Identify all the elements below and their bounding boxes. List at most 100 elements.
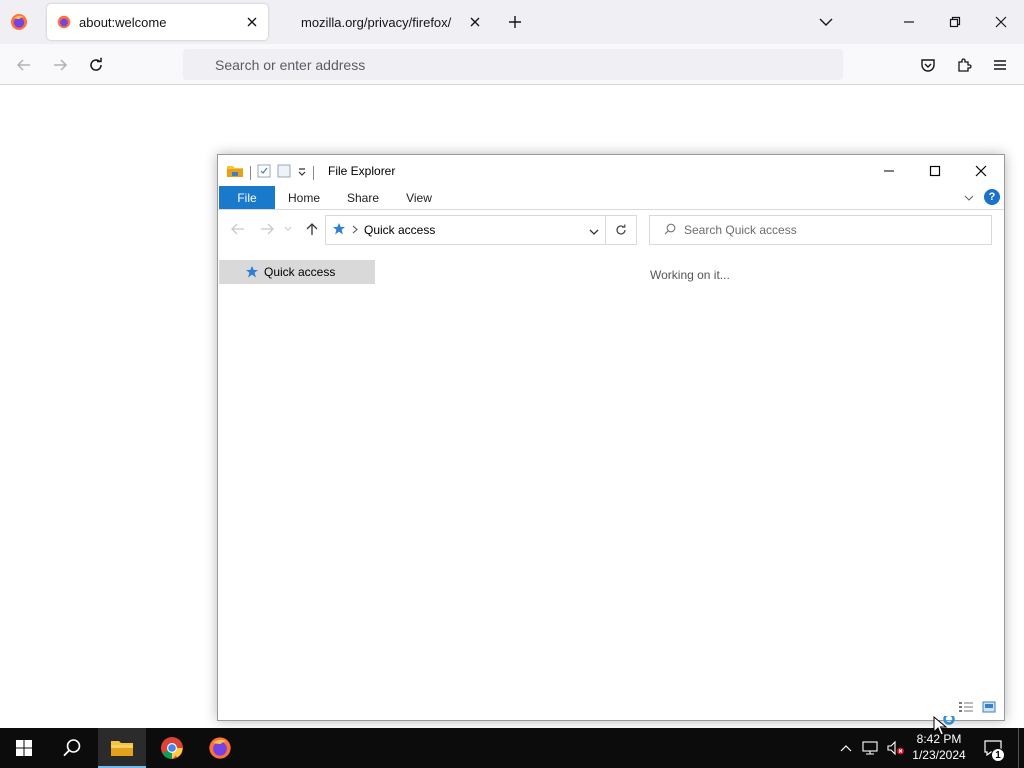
customize-toolbar-icon[interactable] <box>297 166 307 180</box>
explorer-title-bar[interactable]: File Explorer <box>218 155 1004 186</box>
forward-button[interactable] <box>47 52 73 78</box>
search-button[interactable] <box>48 728 96 768</box>
properties-icon[interactable] <box>257 164 271 181</box>
chevron-down-icon <box>964 195 974 201</box>
tab-file[interactable]: File <box>219 186 275 209</box>
taskbar-file-explorer[interactable] <box>98 728 146 768</box>
firefox-icon <box>57 15 71 29</box>
explorer-search-box[interactable] <box>649 215 992 245</box>
ribbon-tabs: File Home Share View ? <box>218 186 1004 210</box>
restore-icon <box>949 16 961 28</box>
close-icon <box>975 165 987 176</box>
puzzle-icon <box>958 58 972 72</box>
firefox-icon <box>209 737 231 759</box>
chevron-down-icon <box>819 18 833 26</box>
forward-button[interactable] <box>257 219 277 239</box>
file-explorer-window: File Explorer File Home Share View ? Qui… <box>217 154 1005 721</box>
address-bar[interactable]: Quick access <box>325 215 606 245</box>
taskbar: 8:42 PM 1/23/2024 1 <box>0 728 1024 768</box>
firefox-tab-strip: about:welcome mozilla.org/privacy/firefo… <box>0 0 1024 44</box>
refresh-icon <box>616 224 626 235</box>
hamburger-icon <box>994 60 1006 70</box>
show-hidden-icons-button[interactable] <box>834 728 858 768</box>
action-center-button[interactable]: 1 <box>978 728 1008 768</box>
notification-count-badge: 1 <box>991 748 1005 762</box>
chevron-up-icon <box>840 745 852 752</box>
up-button[interactable] <box>302 219 322 239</box>
back-button[interactable] <box>11 52 37 78</box>
tab-label: about:welcome <box>79 14 167 30</box>
chevron-right-icon <box>352 223 358 237</box>
back-button[interactable] <box>228 219 248 239</box>
tab-label: mozilla.org/privacy/firefox/ <box>301 14 452 30</box>
minimize-button[interactable] <box>886 0 932 44</box>
volume-muted-icon <box>887 741 904 755</box>
refresh-button[interactable] <box>606 215 637 245</box>
large-icons-view-icon[interactable] <box>982 701 996 716</box>
breadcrumb[interactable]: Quick access <box>364 223 435 237</box>
new-folder-icon[interactable] <box>277 164 291 181</box>
arrow-left-icon <box>231 223 244 235</box>
minimize-button[interactable] <box>866 155 912 186</box>
tab-mozilla-privacy[interactable]: mozilla.org/privacy/firefox/ <box>291 4 491 40</box>
restore-button[interactable] <box>932 0 978 44</box>
content-pane: Working on it... <box>376 248 1004 688</box>
quick-access-toolbar <box>226 163 314 182</box>
start-button[interactable] <box>0 728 48 768</box>
tab-about-welcome[interactable]: about:welcome <box>47 4 268 40</box>
pocket-icon <box>921 59 935 72</box>
nav-item-label: Quick access <box>264 265 336 279</box>
nav-item-quick-access[interactable]: Quick access <box>219 260 375 284</box>
search-input[interactable] <box>676 223 991 237</box>
close-window-button[interactable] <box>978 0 1024 44</box>
new-tab-button[interactable] <box>503 10 527 34</box>
help-button[interactable]: ? <box>984 189 1000 205</box>
tab-home[interactable]: Home <box>280 186 328 209</box>
separator <box>250 165 251 180</box>
details-view-icon[interactable] <box>958 701 974 716</box>
maximize-button[interactable] <box>912 155 958 186</box>
taskbar-firefox[interactable] <box>196 728 244 768</box>
arrow-left-icon <box>16 59 30 71</box>
volume-button[interactable] <box>884 728 908 768</box>
loading-status: Working on it... <box>650 268 730 282</box>
folder-icon <box>111 741 133 756</box>
taskbar-chrome[interactable] <box>148 728 196 768</box>
navigation-pane: Quick access <box>219 248 375 688</box>
quick-access-star-icon <box>245 265 259 282</box>
show-desktop-button[interactable] <box>1018 728 1024 768</box>
busy-cursor-icon <box>933 713 959 743</box>
url-bar[interactable] <box>183 49 843 80</box>
reload-icon <box>90 57 102 71</box>
arrow-up-icon <box>306 223 318 235</box>
clock-date: 1/23/2024 <box>912 748 966 762</box>
close-icon <box>995 16 1007 28</box>
chevron-down-icon <box>284 226 292 231</box>
tab-share[interactable]: Share <box>338 186 388 209</box>
search-icon <box>63 739 81 757</box>
address-dropdown-icon[interactable] <box>589 224 599 238</box>
pocket-button[interactable] <box>915 52 941 78</box>
expand-ribbon-button[interactable] <box>962 191 976 205</box>
extensions-button[interactable] <box>951 52 977 78</box>
firefox-icon[interactable] <box>10 13 28 31</box>
folder-icon <box>226 163 244 182</box>
reload-button[interactable] <box>83 52 109 78</box>
quick-access-star-icon <box>332 222 346 239</box>
close-window-button[interactable] <box>958 155 1004 186</box>
address-row: Quick access <box>218 211 1004 247</box>
list-all-tabs-button[interactable] <box>814 10 838 34</box>
minimize-icon <box>884 170 894 171</box>
recent-locations-button[interactable] <box>282 219 294 239</box>
maximize-icon <box>929 165 941 176</box>
firefox-nav-bar <box>0 44 1024 85</box>
search-icon <box>664 223 676 238</box>
tab-view[interactable]: View <box>398 186 440 209</box>
close-icon[interactable] <box>463 10 487 34</box>
app-menu-button[interactable] <box>987 52 1013 78</box>
url-input[interactable] <box>183 49 843 80</box>
close-icon[interactable] <box>240 10 264 34</box>
network-button[interactable] <box>858 728 882 768</box>
view-toggles <box>958 701 996 716</box>
separator <box>313 165 314 180</box>
